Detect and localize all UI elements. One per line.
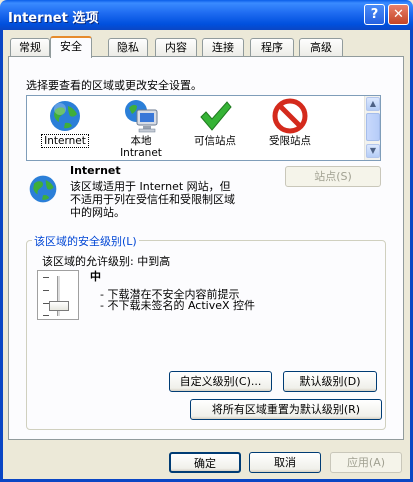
slider-tick bbox=[43, 290, 49, 291]
zone-label: 受限站点 bbox=[269, 135, 311, 147]
custom-level-button[interactable]: 自定义级别(C)... bbox=[169, 371, 272, 392]
slider-tick bbox=[43, 277, 49, 278]
scroll-up-icon[interactable]: ▲ bbox=[366, 97, 380, 111]
zone-label-line2: Intranet bbox=[120, 147, 162, 159]
tab-security[interactable]: 安全 bbox=[50, 36, 92, 58]
allowed-level-label: 该区域的允许级别: 中到高 bbox=[42, 255, 171, 268]
default-level-button[interactable]: 默认级别(D) bbox=[283, 371, 377, 392]
tab-general[interactable]: 常规 bbox=[10, 38, 50, 57]
zone-description-line3: 中的网站。 bbox=[70, 206, 125, 219]
slider-thumb[interactable] bbox=[49, 300, 69, 311]
checkmark-icon bbox=[197, 98, 233, 134]
zone-restricted-sites[interactable]: 受限站点 bbox=[252, 98, 328, 147]
ok-button[interactable]: 确定 bbox=[169, 452, 241, 473]
security-level-name: 中 bbox=[90, 270, 101, 283]
security-bullet-2: - 不下载未签名的 ActiveX 控件 bbox=[100, 299, 256, 312]
title-bar: Internet 选项 ? ✕ bbox=[0, 0, 413, 30]
reset-all-zones-button[interactable]: 将所有区域重置为默认级别(R) bbox=[190, 399, 382, 420]
close-button[interactable]: ✕ bbox=[388, 4, 409, 25]
apply-button[interactable]: 应用(A) bbox=[330, 452, 402, 473]
slider-tick bbox=[43, 315, 49, 316]
no-entry-icon bbox=[272, 98, 308, 134]
globe-icon bbox=[27, 173, 59, 205]
zone-trusted-sites[interactable]: 可信站点 bbox=[177, 98, 253, 147]
zone-internet[interactable]: Internet bbox=[27, 98, 103, 148]
zone-label: 可信站点 bbox=[194, 135, 236, 147]
tab-privacy[interactable]: 隐私 bbox=[108, 38, 148, 57]
window-title: Internet 选项 bbox=[8, 11, 99, 26]
cancel-button[interactable]: 取消 bbox=[249, 452, 321, 473]
zone-scrollbar[interactable]: ▲ ▼ bbox=[364, 96, 380, 160]
tab-connections[interactable]: 连接 bbox=[202, 38, 244, 57]
tab-programs[interactable]: 程序 bbox=[250, 38, 294, 57]
security-level-slider[interactable] bbox=[37, 270, 79, 320]
help-button[interactable]: ? bbox=[364, 4, 385, 25]
zone-list: Internet 本地 Intranet 可信站点 受限站点 ▲ ▼ bbox=[26, 95, 381, 161]
zone-local-intranet[interactable]: 本地 Intranet bbox=[103, 98, 179, 159]
intranet-computer-icon bbox=[123, 98, 159, 134]
zone-prompt: 选择要查看的区域或更改安全设置。 bbox=[26, 79, 202, 92]
sites-button[interactable]: 站点(S) bbox=[285, 166, 381, 187]
zone-label: 本地 bbox=[130, 135, 152, 147]
scroll-down-icon[interactable]: ▼ bbox=[366, 144, 380, 158]
tab-advanced[interactable]: 高级 bbox=[299, 38, 343, 57]
globe-icon bbox=[47, 98, 83, 134]
zone-label: Internet bbox=[41, 134, 89, 148]
zone-name: Internet bbox=[70, 164, 121, 177]
scroll-thumb[interactable] bbox=[366, 113, 380, 141]
tab-content[interactable]: 内容 bbox=[155, 38, 197, 57]
security-level-title: 该区域的安全级别(L) bbox=[32, 233, 139, 249]
